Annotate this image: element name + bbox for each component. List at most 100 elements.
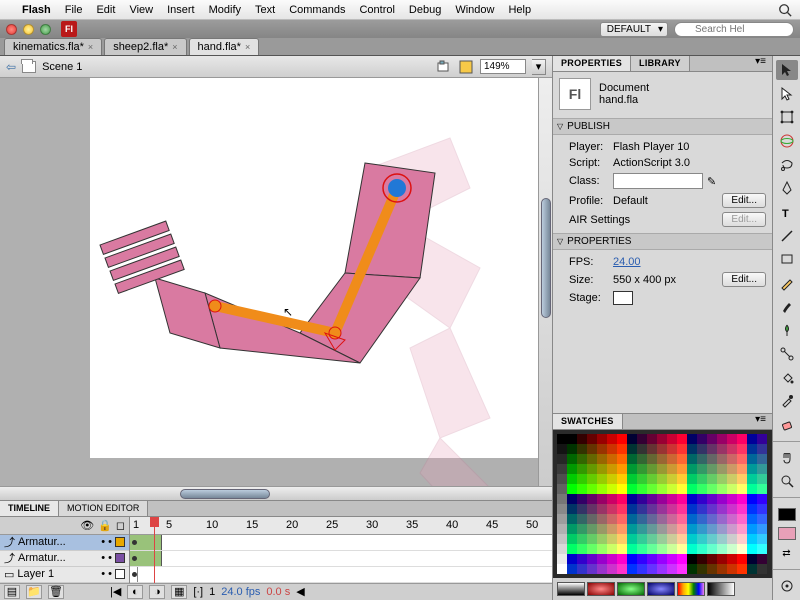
help-search-input[interactable]	[674, 22, 794, 37]
doc-tab-kinematics[interactable]: kinematics.fla* ×	[4, 38, 102, 55]
stage-color-swatch[interactable]	[613, 291, 633, 305]
panel-menu-icon[interactable]: ▾≡	[749, 56, 772, 71]
menu-control[interactable]: Control	[359, 4, 394, 16]
swatch-grid[interactable]	[553, 430, 772, 578]
close-tab-icon[interactable]: ×	[245, 42, 250, 52]
zoom-dropdown[interactable]: ▾	[532, 59, 546, 75]
layer-armature-1[interactable]: ⤴ Armatur... ••	[0, 535, 129, 551]
snap-to-objects-icon[interactable]	[776, 576, 798, 596]
menu-edit[interactable]: Edit	[96, 4, 115, 16]
frame-ruler[interactable]: 1 5 10 15 20 25 30 35 40 45 50	[130, 517, 552, 535]
text-tool[interactable]: T	[776, 202, 798, 222]
paint-bucket-tool[interactable]	[776, 368, 798, 388]
fps-value[interactable]: 24.00	[613, 256, 641, 268]
zoom-button[interactable]	[40, 24, 51, 35]
gradient-swatches[interactable]	[553, 578, 772, 600]
back-button[interactable]: ⇦	[6, 60, 16, 74]
hand-tool[interactable]	[776, 448, 798, 468]
player-value: Flash Player 10	[613, 141, 689, 153]
menu-help[interactable]: Help	[508, 4, 531, 16]
subselection-tool[interactable]	[776, 84, 798, 104]
edit-size-button[interactable]: Edit...	[722, 272, 766, 287]
menu-debug[interactable]: Debug	[409, 4, 441, 16]
free-transform-tool[interactable]	[776, 107, 798, 127]
menu-window[interactable]: Window	[455, 4, 494, 16]
spotlight-icon[interactable]	[778, 3, 792, 17]
zoom-input[interactable]	[480, 59, 526, 74]
layer-armature-2[interactable]: ⤴ Armatur... ••	[0, 551, 129, 567]
stroke-color-swatch[interactable]	[778, 508, 796, 521]
pen-tool[interactable]	[776, 178, 798, 198]
playhead[interactable]	[154, 517, 155, 583]
swap-colors-icon[interactable]: ⇄	[776, 544, 798, 564]
close-tab-icon[interactable]: ×	[172, 42, 177, 52]
doc-tab-sheep[interactable]: sheep2.fla*×	[104, 38, 186, 55]
onion-outlines-button[interactable]: ◑	[149, 585, 165, 599]
class-input[interactable]	[613, 173, 703, 189]
vertical-scrollbar[interactable]	[538, 78, 552, 486]
close-button[interactable]	[6, 24, 17, 35]
tab-library[interactable]: LIBRARY	[631, 56, 690, 71]
tab-motion-editor[interactable]: MOTION EDITOR	[59, 501, 148, 516]
new-layer-button[interactable]: ▤	[4, 585, 20, 599]
layer-color-swatch	[115, 569, 125, 579]
menu-text[interactable]: Text	[255, 4, 275, 16]
properties-panel: Fl Document hand.fla PUBLISH Player:Flas…	[553, 72, 772, 313]
app-menu[interactable]: Flash	[22, 4, 51, 16]
menu-commands[interactable]: Commands	[289, 4, 345, 16]
bone-tool[interactable]	[776, 344, 798, 364]
properties-section[interactable]: PROPERTIES	[553, 233, 772, 250]
tab-swatches[interactable]: SWATCHES	[553, 414, 623, 429]
3d-rotation-tool[interactable]	[776, 131, 798, 151]
workspace-selector[interactable]: DEFAULT	[600, 22, 668, 37]
eyedropper-tool[interactable]	[776, 392, 798, 412]
menu-insert[interactable]: Insert	[167, 4, 195, 16]
outline-column-icon[interactable]: ◻	[116, 519, 125, 532]
delete-layer-button[interactable]: 🗑	[48, 585, 64, 599]
scene-name[interactable]: Scene 1	[42, 61, 82, 73]
doc-tab-hand[interactable]: hand.fla*×	[189, 38, 260, 55]
panel-menu-icon[interactable]: ▾≡	[749, 414, 772, 429]
brush-tool[interactable]	[776, 297, 798, 317]
current-frame: 1	[209, 586, 215, 598]
eraser-tool[interactable]	[776, 415, 798, 435]
tab-properties[interactable]: PROPERTIES	[553, 56, 631, 71]
timeline-footer: ▤ 📁 🗑 |◀ ◐ ◑ ▦ [·] 1 24.0 fps 0.0 s ◀	[0, 583, 552, 600]
minimize-button[interactable]	[23, 24, 34, 35]
horizontal-scrollbar[interactable]	[0, 486, 552, 500]
lock-column-icon[interactable]: 🔒	[98, 519, 112, 532]
lasso-tool[interactable]	[776, 155, 798, 175]
stage-area[interactable]: ↖	[0, 78, 552, 500]
tab-timeline[interactable]: TIMELINE	[0, 501, 59, 516]
menu-file[interactable]: File	[65, 4, 83, 16]
deco-tool[interactable]	[776, 321, 798, 341]
pencil-tool[interactable]	[776, 273, 798, 293]
stage[interactable]	[90, 78, 540, 458]
layer-1[interactable]: ▭ Layer 1 ••	[0, 567, 129, 583]
document-tabs: kinematics.fla* × sheep2.fla*× hand.fla*×	[0, 38, 800, 56]
edit-symbol-icon[interactable]	[458, 59, 474, 75]
edit-multiple-button[interactable]: ▦	[171, 585, 187, 599]
onion-skin-button[interactable]: ◐	[127, 585, 143, 599]
rectangle-tool[interactable]	[776, 250, 798, 270]
pencil-icon[interactable]: ✎	[707, 175, 716, 188]
window-controls	[6, 24, 51, 35]
visibility-column-icon[interactable]: 👁	[80, 519, 94, 532]
new-folder-button[interactable]: 📁	[26, 585, 42, 599]
zoom-tool[interactable]	[776, 472, 798, 492]
layer-color-swatch	[115, 537, 125, 547]
close-tab-icon[interactable]: ×	[88, 42, 93, 52]
fill-color-swatch[interactable]	[778, 527, 796, 540]
armature-icon: ⤴	[4, 534, 15, 550]
edit-profile-button[interactable]: Edit...	[722, 193, 766, 208]
script-value: ActionScript 3.0	[613, 157, 690, 169]
fps-display[interactable]: 24.0 fps	[221, 586, 260, 598]
menu-view[interactable]: View	[129, 4, 153, 16]
doc-tab-label: kinematics.fla*	[13, 41, 84, 53]
edit-scene-icon[interactable]	[436, 59, 452, 75]
line-tool[interactable]	[776, 226, 798, 246]
menu-modify[interactable]: Modify	[209, 4, 241, 16]
selection-tool[interactable]	[776, 60, 798, 80]
frames-area[interactable]: 1 5 10 15 20 25 30 35 40 45 50	[130, 517, 552, 583]
publish-section[interactable]: PUBLISH	[553, 118, 772, 135]
